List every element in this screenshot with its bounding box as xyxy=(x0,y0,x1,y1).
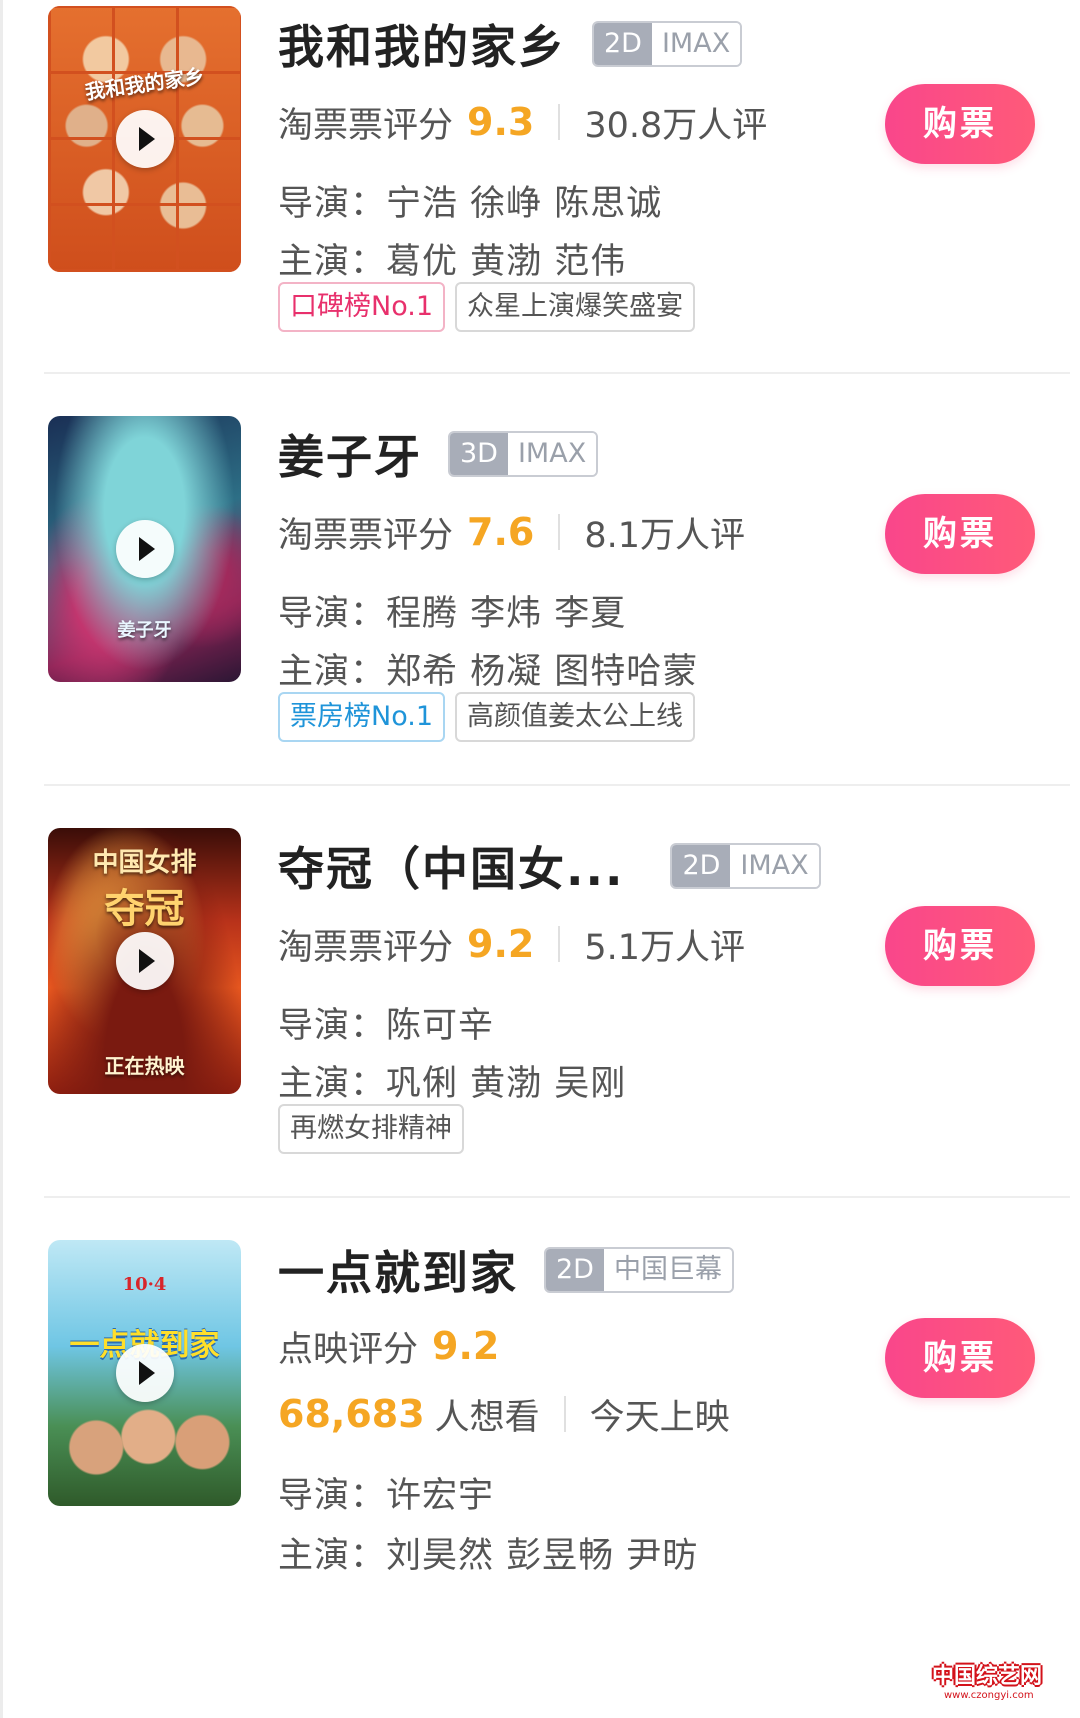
movie-card[interactable]: 中国女排 夺冠 正在热映 夺冠（中国女... 2D IMAX 淘票票评分 9.2… xyxy=(0,786,1080,1198)
play-icon[interactable] xyxy=(115,110,174,168)
cast-line: 主演：刘昊然 彭昱畅 尹昉 xyxy=(278,1535,699,1576)
movie-poster[interactable]: 中国女排 夺冠 正在热映 xyxy=(48,828,241,1094)
format-dimension: 2D xyxy=(594,23,652,65)
poster-caption-bottom: 正在热映 xyxy=(104,1054,185,1078)
buy-ticket-button[interactable]: 购票 xyxy=(885,906,1035,986)
movie-title[interactable]: 一点就到家 xyxy=(278,1237,518,1303)
feature-tag: 再燃女排精神 xyxy=(278,1104,464,1154)
movie-poster[interactable]: 姜子牙 xyxy=(48,416,241,682)
format-dimension: 2D xyxy=(546,1249,604,1291)
buy-ticket-button[interactable]: 购票 xyxy=(885,84,1035,164)
rating-row: 淘票票评分 9.2 5.1万人评 xyxy=(278,916,745,972)
format-badge: 3D IMAX xyxy=(448,431,599,477)
movie-title[interactable]: 我和我的家乡 xyxy=(278,11,566,77)
cast-line: 主演：郑希 杨凝 图特哈蒙 xyxy=(278,651,699,692)
rating-label: 淘票票评分 xyxy=(278,515,454,556)
movie-card[interactable]: 我和我的家乡 我和我的家乡 2D IMAX 淘票票评分 9.3 30.8万人评 … xyxy=(0,0,1080,374)
want-row: 68,683 人想看 今天上映 xyxy=(278,1386,730,1442)
movie-list-page: 我和我的家乡 我和我的家乡 2D IMAX 淘票票评分 9.3 30.8万人评 … xyxy=(0,0,1080,1718)
watermark-url: www.czongyi.com xyxy=(944,1690,1034,1701)
want-count: 68,683 xyxy=(278,1392,425,1436)
rating-score: 9.2 xyxy=(432,1324,500,1368)
tag-list: 口碑榜No.1 众星上演爆笑盛宴 xyxy=(278,282,696,332)
movie-title[interactable]: 姜子牙 xyxy=(278,421,422,487)
feature-tag: 众星上演爆笑盛宴 xyxy=(455,282,696,332)
site-watermark-logo: 中国综艺网 www.czongyi.com xyxy=(930,1650,1070,1708)
cast-line: 主演：葛优 黄渤 范伟 xyxy=(278,241,627,282)
rating-row: 淘票票评分 9.3 30.8万人评 xyxy=(278,94,767,150)
director-line: 导演：宁浩 徐峥 陈思诚 xyxy=(278,183,663,224)
play-icon[interactable] xyxy=(115,520,174,578)
separator xyxy=(563,1396,566,1432)
rating-row: 点映评分 9.2 xyxy=(278,1318,499,1374)
movie-title[interactable]: 夺冠（中国女... xyxy=(278,833,624,899)
format-dimension: 2D xyxy=(672,845,731,887)
format-type: 中国巨幕 xyxy=(603,1249,732,1291)
separator xyxy=(558,104,561,140)
watermark-text: 中国综艺网 xyxy=(932,1664,1043,1689)
want-label: 人想看 xyxy=(434,1397,540,1438)
format-type: IMAX xyxy=(730,845,819,887)
director-line: 导演：许宏宇 xyxy=(278,1475,495,1516)
title-row: 姜子牙 3D IMAX xyxy=(278,421,599,487)
movie-card[interactable]: 姜子牙 姜子牙 3D IMAX 淘票票评分 7.6 8.1万人评 导演：程腾 李… xyxy=(0,374,1080,786)
review-count: 30.8万人评 xyxy=(584,105,768,146)
rating-label: 淘票票评分 xyxy=(278,105,454,146)
separator xyxy=(558,514,561,550)
buy-ticket-button[interactable]: 购票 xyxy=(885,494,1035,574)
feature-tag: 高颜值姜太公上线 xyxy=(455,692,696,742)
rank-tag: 票房榜No.1 xyxy=(278,692,446,742)
rating-label: 点映评分 xyxy=(278,1329,419,1370)
movie-poster[interactable]: 10·4 一点就到家 xyxy=(48,1240,241,1506)
poster-caption-mid: 夺冠 xyxy=(104,885,185,932)
poster-caption-top: 10·4 xyxy=(122,1274,167,1295)
rank-tag: 口碑榜No.1 xyxy=(278,282,446,332)
format-badge: 2D 中国巨幕 xyxy=(544,1247,734,1293)
rating-score: 9.2 xyxy=(467,922,535,966)
format-dimension: 3D xyxy=(450,433,508,475)
format-type: IMAX xyxy=(651,23,741,65)
poster-caption-top: 中国女排 xyxy=(92,848,197,878)
rating-row: 淘票票评分 7.6 8.1万人评 xyxy=(278,504,745,560)
review-count: 5.1万人评 xyxy=(584,927,746,968)
director-line: 导演：程腾 李炜 李夏 xyxy=(278,593,627,634)
tag-list: 再燃女排精神 xyxy=(278,1104,464,1154)
title-row: 一点就到家 2D 中国巨幕 xyxy=(278,1240,734,1300)
movie-card[interactable]: 10·4 一点就到家 一点就到家 2D 中国巨幕 点映评分 9.2 68,683… xyxy=(0,1198,1080,1718)
review-count: 8.1万人评 xyxy=(584,515,746,556)
release-status: 今天上映 xyxy=(589,1397,730,1438)
cast-line: 主演：巩俐 黄渤 吴刚 xyxy=(278,1063,627,1104)
poster-caption: 姜子牙 xyxy=(117,620,172,641)
play-icon[interactable] xyxy=(115,1344,174,1402)
rating-score: 9.3 xyxy=(467,100,535,144)
separator xyxy=(558,926,561,962)
director-line: 导演：陈可辛 xyxy=(278,1005,495,1046)
format-badge: 2D IMAX xyxy=(670,843,821,889)
buy-ticket-button[interactable]: 购票 xyxy=(885,1318,1035,1398)
title-row: 我和我的家乡 2D IMAX xyxy=(278,11,743,77)
play-icon[interactable] xyxy=(115,932,174,990)
movie-poster[interactable]: 我和我的家乡 xyxy=(48,6,241,272)
rating-label: 淘票票评分 xyxy=(278,927,454,968)
format-badge: 2D IMAX xyxy=(592,21,743,67)
format-type: IMAX xyxy=(507,433,597,475)
title-row: 夺冠（中国女... 2D IMAX xyxy=(278,836,821,896)
rating-score: 7.6 xyxy=(467,510,535,554)
tag-list: 票房榜No.1 高颜值姜太公上线 xyxy=(278,692,696,742)
